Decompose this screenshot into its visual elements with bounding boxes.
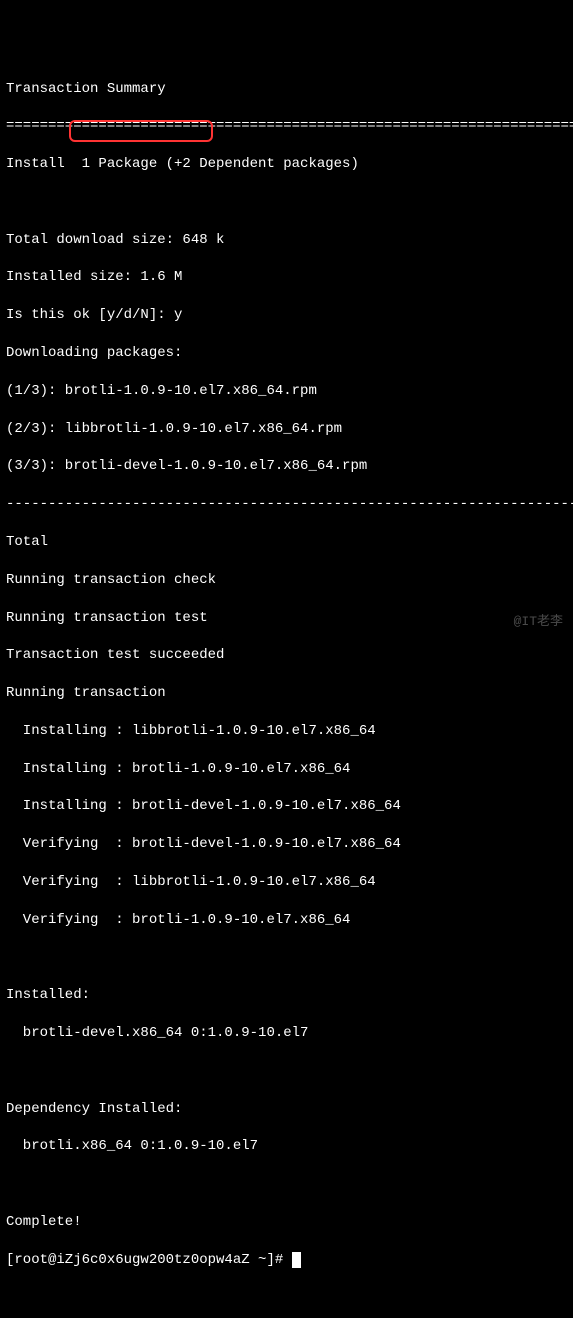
operation-line: Installing : libbrotli-1.0.9-10.el7.x86_… [6, 722, 567, 741]
download-item: (3/3): brotli-devel-1.0.9-10.el7.x86_64.… [6, 457, 567, 476]
shell-prompt-line[interactable]: [root@iZj6c0x6ugw200tz0opw4aZ ~]# [6, 1251, 567, 1270]
operation-line: Verifying : libbrotli-1.0.9-10.el7.x86_6… [6, 873, 567, 892]
transaction-step: Transaction test succeeded [6, 646, 567, 665]
watermark: @IT老李 [514, 613, 563, 631]
blank-line [6, 1062, 567, 1081]
installed-header: Installed: [6, 986, 567, 1005]
blank-line [6, 1175, 567, 1194]
separator-equals: ========================================… [6, 117, 567, 136]
operation-line: Verifying : brotli-1.0.9-10.el7.x86_64 [6, 911, 567, 930]
download-item: (2/3): libbrotli-1.0.9-10.el7.x86_64.rpm [6, 420, 567, 439]
installed-package: brotli-devel.x86_64 0:1.0.9-10.el7 [6, 1024, 567, 1043]
blank-line [6, 949, 567, 968]
transaction-step: Running transaction test [6, 609, 567, 628]
install-summary: Install 1 Package (+2 Dependent packages… [6, 155, 567, 174]
download-item: (1/3): brotli-1.0.9-10.el7.x86_64.rpm [6, 382, 567, 401]
shell-prompt: [root@iZj6c0x6ugw200tz0opw4aZ ~]# [6, 1252, 292, 1268]
transaction-step: Running transaction [6, 684, 567, 703]
installed-size: Installed size: 1.6 M [6, 268, 567, 287]
blank-line [6, 193, 567, 212]
dependency-installed-package: brotli.x86_64 0:1.0.9-10.el7 [6, 1137, 567, 1156]
dependency-installed-header: Dependency Installed: [6, 1100, 567, 1119]
operation-line: Verifying : brotli-devel-1.0.9-10.el7.x8… [6, 835, 567, 854]
total-label: Total [6, 533, 567, 552]
confirm-prompt[interactable]: Is this ok [y/d/N]: y [6, 306, 567, 325]
download-size: Total download size: 648 k [6, 231, 567, 250]
operation-line: Installing : brotli-1.0.9-10.el7.x86_64 [6, 760, 567, 779]
operation-line: Installing : brotli-devel-1.0.9-10.el7.x… [6, 797, 567, 816]
confirm-highlighted: ok [y/d/N]: y [73, 307, 182, 323]
cursor-icon [292, 1252, 301, 1268]
transaction-summary-title: Transaction Summary [6, 80, 567, 99]
transaction-step: Running transaction check [6, 571, 567, 590]
complete-message: Complete! [6, 1213, 567, 1232]
downloading-label: Downloading packages: [6, 344, 567, 363]
confirm-prefix: Is this [6, 307, 73, 323]
separator-dash: ----------------------------------------… [6, 495, 567, 514]
